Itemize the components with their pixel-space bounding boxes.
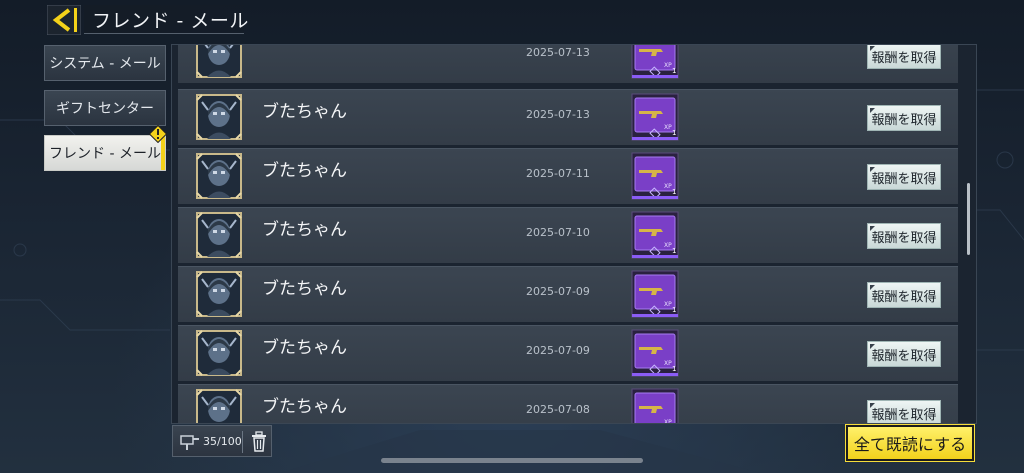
sender-name: ブたちゃん [262,220,347,240]
mail-row: ブたちゃん 2025-07-10 報酬を取得 [178,207,958,263]
mail-row: ブたちゃん 2025-07-08 報酬を取得 [178,384,958,424]
mail-row: ブたちゃん 2025-07-13 報酬を取得 [178,89,958,145]
trash-icon[interactable] [249,431,269,453]
mail-row: ブたちゃん 2025-07-09 報酬を取得 [178,266,958,322]
avatar [194,151,244,201]
mail-row: 2025-07-13 報酬を取得 [178,44,958,83]
alert-badge-icon [149,125,167,143]
avatar [194,44,244,80]
page-title: フレンド - メール [92,10,249,32]
tab-friend-mail[interactable]: フレンド - メール [44,135,166,171]
weapon-xp-card-icon [631,388,679,424]
read-all-button[interactable]: 全て既読にする [845,424,975,462]
sender-name: ブたちゃん [262,338,347,358]
mail-count-box: 35/100 [172,425,272,457]
weapon-xp-card-icon [631,152,679,200]
avatar [194,210,244,260]
avatar [194,328,244,378]
mail-date: 2025-07-08 [526,403,590,416]
tab-system-mail[interactable]: システム - メール [44,45,166,81]
scrollbar[interactable] [967,183,970,255]
claim-reward-button[interactable]: 報酬を取得 [867,282,941,308]
claim-reward-button[interactable]: 報酬を取得 [867,164,941,190]
claim-reward-button[interactable]: 報酬を取得 [867,223,941,249]
sender-name: ブたちゃん [262,397,347,417]
mailbox-icon [180,435,199,450]
mail-count: 35/100 [203,435,242,448]
mail-date: 2025-07-11 [526,167,590,180]
weapon-xp-card-icon [631,329,679,377]
avatar [194,92,244,142]
sender-name: ブたちゃん [262,102,347,122]
back-button[interactable] [46,4,82,36]
mail-date: 2025-07-13 [526,108,590,121]
home-indicator [381,458,643,463]
avatar [194,387,244,424]
avatar [194,269,244,319]
sender-name: ブたちゃん [262,279,347,299]
tab-label: システム - メール [49,56,161,72]
tab-label: フレンド - メール [49,146,161,162]
divider [242,431,243,453]
tab-gift-center[interactable]: ギフトセンター [44,90,166,126]
mail-row: ブたちゃん 2025-07-09 報酬を取得 [178,325,958,381]
weapon-xp-card-icon [631,93,679,141]
claim-reward-button[interactable]: 報酬を取得 [867,45,941,69]
mail-date: 2025-07-09 [526,285,590,298]
mail-date: 2025-07-10 [526,226,590,239]
weapon-xp-card-icon [631,270,679,318]
mail-list[interactable]: 2025-07-13 報酬を取得 ブたちゃん 2025-07-13 報酬を取得 … [171,44,977,424]
mail-date: 2025-07-13 [526,46,590,59]
weapon-xp-card-icon [631,211,679,259]
claim-reward-button[interactable]: 報酬を取得 [867,105,941,131]
mail-date: 2025-07-09 [526,344,590,357]
tab-label: ギフトセンター [56,101,154,117]
claim-reward-button[interactable]: 報酬を取得 [867,341,941,367]
weapon-xp-card-icon [631,44,679,79]
back-arrow-icon [46,4,82,36]
claim-reward-button[interactable]: 報酬を取得 [867,400,941,423]
mail-row: ブたちゃん 2025-07-11 報酬を取得 [178,148,958,204]
sender-name: ブたちゃん [262,161,347,181]
